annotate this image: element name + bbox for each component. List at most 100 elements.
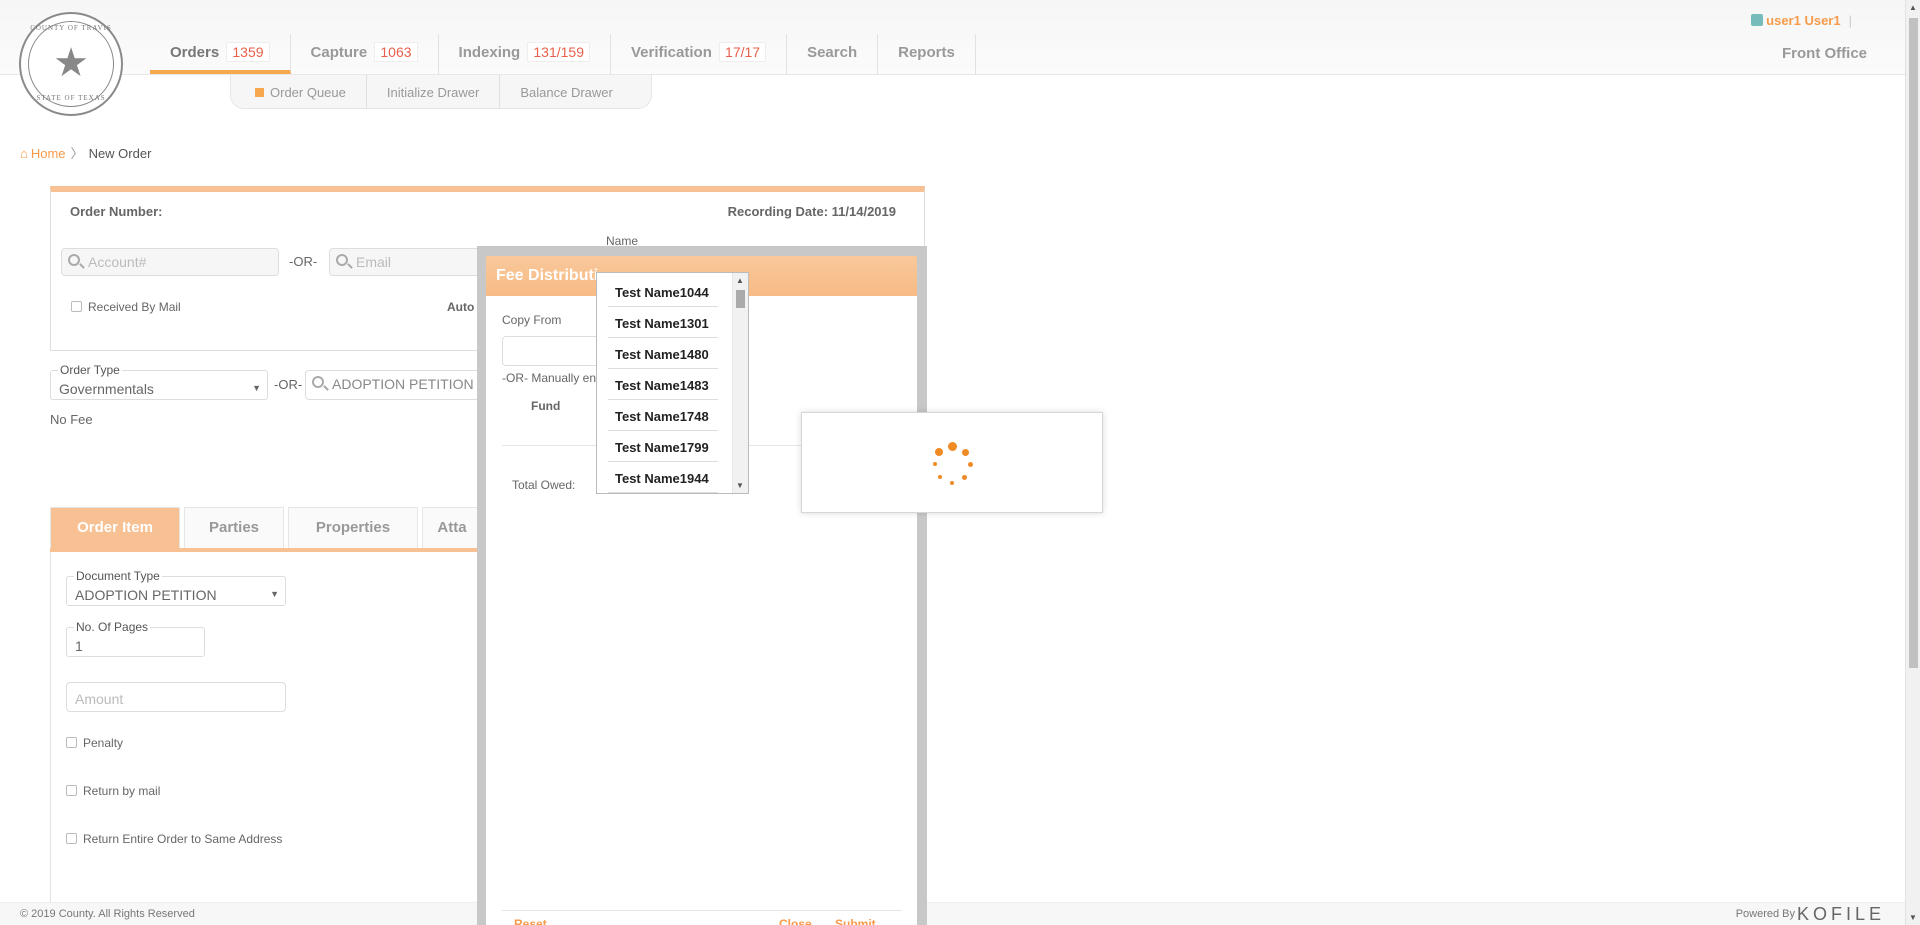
pages-legend: No. Of Pages: [74, 620, 151, 634]
order-type-select[interactable]: Order Type Governmentals ▼: [50, 363, 268, 400]
main-nav: Orders 1359 Capture 1063 Indexing 131/15…: [150, 34, 976, 74]
nav-count: 131/159: [527, 42, 590, 62]
copy-from-input[interactable]: [502, 336, 602, 366]
nav-count: 17/17: [719, 42, 767, 62]
dropdown-arrow-icon: ▼: [252, 383, 261, 393]
document-type-search-input[interactable]: ADOPTION PETITION: [305, 370, 485, 400]
subnav-label: Order Queue: [270, 85, 346, 100]
penalty-checkbox[interactable]: Penalty: [66, 736, 123, 750]
subnav-initialize-drawer[interactable]: Initialize Drawer: [385, 75, 501, 108]
list-item[interactable]: Test Name1480: [608, 338, 718, 369]
account-search-input[interactable]: Account#: [61, 248, 279, 276]
subnav-order-queue[interactable]: Order Queue: [253, 75, 367, 108]
page-scrollbar[interactable]: ▲ ▼: [1905, 0, 1920, 925]
orders-subnav: Order Queue Initialize Drawer Balance Dr…: [230, 75, 652, 109]
list-item[interactable]: Test Name1799: [608, 431, 718, 462]
user-name: user1 User1: [1766, 13, 1841, 28]
return-entire-order-label: Return Entire Order to Same Address: [83, 832, 283, 846]
scroll-thumb[interactable]: [1909, 18, 1918, 668]
breadcrumb-current: New Order: [88, 146, 152, 161]
scroll-down-icon[interactable]: ▼: [736, 481, 744, 490]
close-button[interactable]: Close: [779, 917, 812, 925]
nav-tab-reports[interactable]: Reports: [878, 34, 976, 74]
email-placeholder: Email: [356, 254, 392, 270]
pages-input[interactable]: No. Of Pages 1: [66, 620, 205, 657]
county-seal-logo[interactable]: COUNTY OF TRAVIS ★ STATE OF TEXAS: [19, 12, 123, 116]
amount-input[interactable]: Amount: [66, 682, 286, 712]
nav-label: Reports: [898, 44, 955, 61]
received-by-mail-label: Received By Mail: [88, 300, 181, 314]
fund-header: Fund: [531, 399, 561, 413]
document-type-select[interactable]: Document Type ADOPTION PETITION ▼: [66, 569, 286, 606]
submit-button[interactable]: Submit: [835, 917, 876, 925]
order-tabs: Order Item Parties Properties Atta: [50, 507, 490, 552]
tab-parties[interactable]: Parties: [184, 507, 284, 548]
tab-attachments[interactable]: Atta: [422, 507, 482, 548]
nav-label: Indexing: [458, 44, 521, 61]
search-icon: [68, 254, 80, 266]
return-entire-order-checkbox[interactable]: Return Entire Order to Same Address: [66, 832, 282, 846]
breadcrumb-home[interactable]: Home: [31, 146, 66, 161]
search-icon: [336, 254, 348, 266]
user-icon: [1751, 14, 1764, 26]
pages-value: 1: [75, 638, 83, 654]
document-type-legend: Document Type: [74, 569, 162, 583]
return-by-mail-label: Return by mail: [83, 784, 161, 798]
checkbox[interactable]: [71, 301, 82, 312]
front-office-link[interactable]: Front Office: [1782, 45, 1867, 62]
recording-date: Recording Date: 11/14/2019: [727, 204, 896, 219]
nav-count: 1063: [374, 42, 418, 62]
dropdown-scrollbar[interactable]: ▲ ▼: [732, 273, 748, 493]
scroll-thumb[interactable]: [736, 290, 745, 308]
user-separator: |: [1848, 13, 1852, 28]
powered-by: Powered By: [1735, 908, 1795, 920]
tab-order-item[interactable]: Order Item: [50, 507, 180, 548]
checkbox[interactable]: [66, 833, 77, 844]
scroll-down-icon[interactable]: ▼: [1909, 913, 1917, 922]
nav-tab-verification[interactable]: Verification 17/17: [611, 34, 788, 74]
loading-indicator: [801, 412, 1103, 513]
tab-properties[interactable]: Properties: [288, 507, 418, 548]
list-item[interactable]: Test Name1301: [608, 307, 718, 338]
search-icon: [312, 376, 324, 388]
list-item[interactable]: Test Name1483: [608, 369, 718, 400]
copyright: © 2019 County. All Rights Reserved: [20, 908, 195, 920]
nav-label: Orders: [170, 44, 220, 61]
checkbox[interactable]: [66, 737, 77, 748]
nav-tab-orders[interactable]: Orders 1359: [150, 34, 291, 74]
chevron-right-icon: 〉: [70, 146, 84, 161]
nav-tab-capture[interactable]: Capture 1063: [291, 34, 439, 74]
nav-label: Search: [807, 44, 858, 61]
seal-text-top: COUNTY OF TRAVIS: [30, 24, 112, 32]
home-icon: ⌂: [20, 146, 28, 161]
nav-tab-search[interactable]: Search: [787, 34, 879, 74]
copy-from-label: Copy From: [502, 313, 562, 327]
manually-enter-label: -OR- Manually en: [502, 371, 597, 385]
auto-label: Auto: [447, 300, 475, 314]
penalty-label: Penalty: [83, 736, 124, 750]
panel-border: [50, 552, 51, 902]
scroll-up-icon[interactable]: ▲: [1909, 3, 1917, 12]
kofile-logo: KOFILE: [1796, 904, 1885, 924]
list-item[interactable]: Test Name1944: [608, 462, 718, 493]
checkbox[interactable]: [66, 785, 77, 796]
user-menu[interactable]: user1 User1 |: [1751, 13, 1852, 28]
document-type-value: ADOPTION PETITION: [75, 587, 217, 603]
reset-button[interactable]: Reset: [514, 917, 547, 925]
subnav-balance-drawer[interactable]: Balance Drawer: [518, 75, 633, 108]
nav-tab-indexing[interactable]: Indexing 131/159: [439, 34, 611, 74]
nav-label: Capture: [310, 44, 368, 61]
received-by-mail-checkbox[interactable]: Received By Mail: [71, 300, 181, 314]
scroll-up-icon[interactable]: ▲: [736, 276, 744, 285]
active-square-icon: [255, 88, 264, 97]
seal-text-bottom: STATE OF TEXAS: [36, 94, 106, 102]
name-dropdown-list[interactable]: Test Name1044 Test Name1301 Test Name148…: [596, 272, 749, 494]
account-placeholder: Account#: [88, 254, 147, 270]
breadcrumb: ⌂ Home 〉 New Order: [20, 143, 151, 162]
list-item[interactable]: Test Name1748: [608, 400, 718, 431]
list-item[interactable]: Test Name1044: [608, 276, 718, 307]
nav-count: 1359: [226, 42, 270, 62]
return-by-mail-checkbox[interactable]: Return by mail: [66, 784, 160, 798]
order-number-label: Order Number:: [70, 204, 163, 219]
or-separator: -OR-: [289, 254, 318, 269]
